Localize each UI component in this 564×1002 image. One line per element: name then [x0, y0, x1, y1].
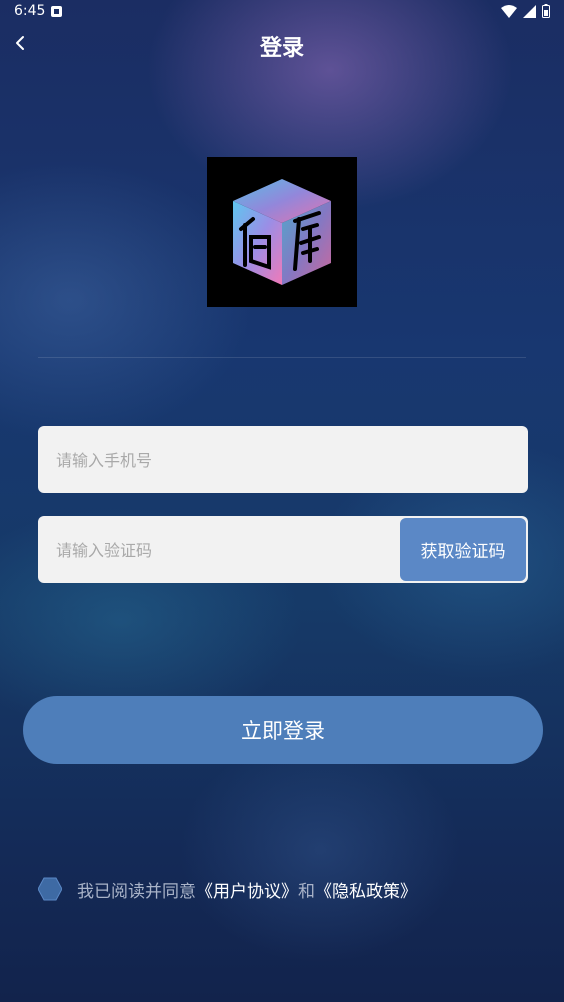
app-logo: [207, 157, 357, 307]
divider: [38, 357, 526, 358]
battery-icon: [542, 4, 550, 18]
verification-code-input[interactable]: [54, 516, 398, 585]
notification-icon: [51, 6, 62, 17]
phone-field: [38, 426, 528, 495]
status-time: 6:45: [14, 3, 46, 19]
cube-logo-icon: [233, 179, 331, 285]
status-bar: 6:45: [0, 0, 564, 24]
page-title: 登录: [259, 36, 304, 61]
verification-code-field: 获取验证码: [38, 516, 528, 585]
agree-checkbox[interactable]: [38, 877, 62, 901]
phone-input[interactable]: [54, 426, 518, 495]
get-code-button[interactable]: 获取验证码: [400, 518, 526, 581]
user-agreement-link[interactable]: 《用户协议》: [196, 877, 298, 902]
system-icons: [501, 4, 550, 18]
wifi-icon: [501, 4, 517, 18]
agreement-prefix: 我已阅读并同意: [77, 881, 196, 902]
privacy-policy-link[interactable]: 《隐私政策》: [315, 877, 417, 902]
agreement-conjunction: 和: [298, 881, 315, 902]
signal-icon: [523, 4, 536, 18]
nav-bar: 登录: [0, 24, 564, 68]
login-button[interactable]: 立即登录: [23, 696, 543, 764]
agreement-row: 我已阅读并同意 《用户协议》 和 《隐私政策》: [38, 876, 417, 902]
